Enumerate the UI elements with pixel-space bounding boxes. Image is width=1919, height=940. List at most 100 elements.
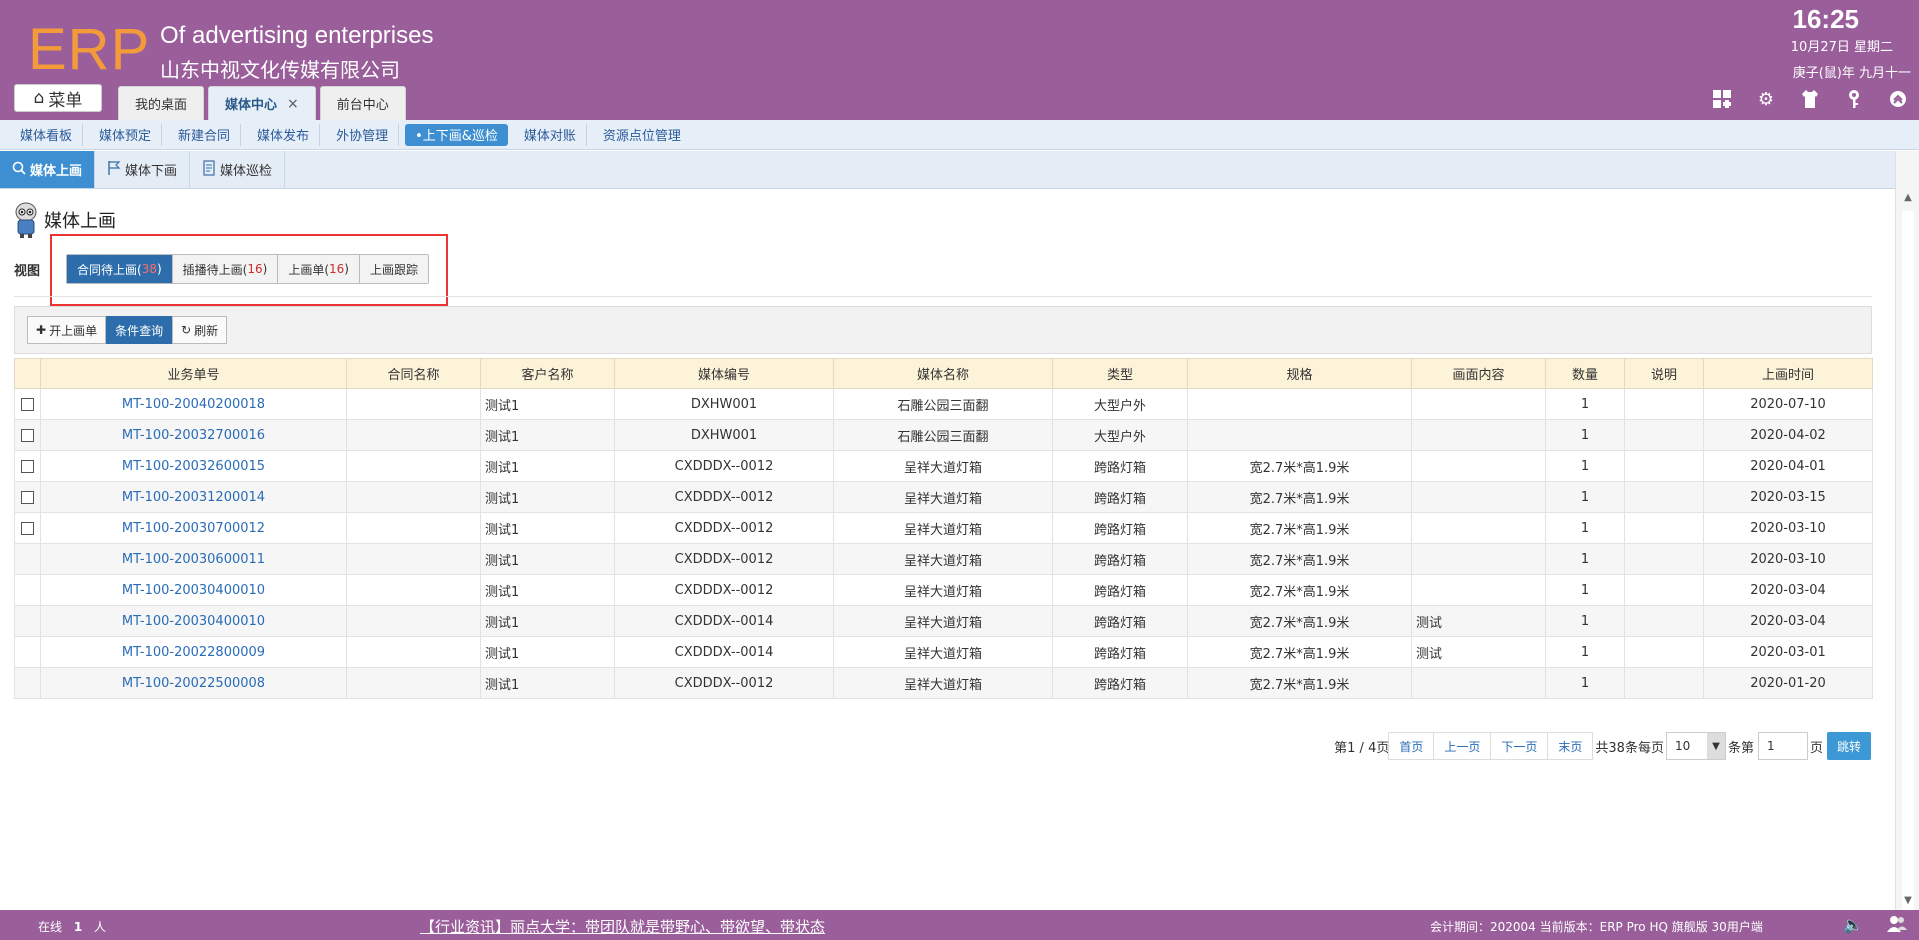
- menu-button[interactable]: ⌂ 菜单: [14, 84, 102, 112]
- qty-cell: 1: [1545, 450, 1625, 482]
- subtab-media-inspect[interactable]: 媒体巡检: [190, 151, 286, 188]
- refresh-button[interactable]: ↻ 刷新: [172, 316, 228, 344]
- install-time-cell: 2020-03-15: [1703, 481, 1873, 513]
- table-row[interactable]: MT-100-20032600015 测试1 CXDDDX--0012 呈祥大道灯箱跨…: [14, 450, 1873, 482]
- flag-icon: [107, 160, 121, 180]
- column-header-note[interactable]: 说明: [1624, 358, 1704, 389]
- table-row[interactable]: MT-100-20031200014 测试1 CXDDDX--0012 呈祥大道灯箱跨…: [14, 481, 1873, 513]
- order-no-cell[interactable]: MT-100-20032700016: [40, 419, 347, 451]
- next-page-button[interactable]: 下一页: [1490, 732, 1549, 760]
- qty-cell: 1: [1545, 512, 1625, 544]
- button-label: 条件查询: [115, 323, 164, 338]
- column-header-order-no[interactable]: 业务单号: [40, 358, 347, 389]
- nav-install-inspect[interactable]: •上下画&巡检: [405, 123, 508, 146]
- scroll-down-icon[interactable]: ▼: [1896, 890, 1919, 910]
- scroll-thumb[interactable]: [1902, 211, 1914, 940]
- row-checkbox[interactable]: [21, 490, 34, 504]
- column-header-qty[interactable]: 数量: [1545, 358, 1625, 389]
- contract-cell: [346, 667, 481, 699]
- install-time-cell: 2020-03-10: [1703, 512, 1873, 544]
- last-page-button[interactable]: 末页: [1547, 732, 1594, 760]
- table-body: MT-100-20040200018 测试1 DXHW001 石雕公园三面翻 大型户外 1…: [14, 388, 1873, 699]
- tab-front-center[interactable]: 前台中心: [319, 86, 406, 120]
- order-no-cell[interactable]: MT-100-20022800009: [40, 636, 347, 668]
- nav-media-reconcile[interactable]: 媒体对账: [514, 123, 587, 146]
- order-no-cell[interactable]: MT-100-20031200014: [40, 481, 347, 513]
- spec-cell: 宽2.7米*高1.9米: [1187, 667, 1412, 699]
- add-widget-icon[interactable]: [1711, 88, 1733, 110]
- qty-cell: 1: [1545, 481, 1625, 513]
- column-header-spec[interactable]: 规格: [1187, 358, 1412, 389]
- vertical-scrollbar[interactable]: ▲ ▼: [1895, 151, 1919, 940]
- client-cell: 测试1: [480, 574, 615, 606]
- row-checkbox[interactable]: [21, 521, 34, 535]
- column-header-client[interactable]: 客户名称: [480, 358, 615, 389]
- tab-media-center[interactable]: 媒体中心 ×: [208, 86, 316, 120]
- spec-cell: 宽2.7米*高1.9米: [1187, 605, 1412, 637]
- subtab-media-install[interactable]: 媒体上画: [0, 151, 96, 188]
- row-checkbox[interactable]: [21, 428, 34, 442]
- key-icon[interactable]: [1843, 88, 1865, 110]
- nav-media-publish[interactable]: 媒体发布: [247, 123, 321, 146]
- nav-resource-management[interactable]: 资源点位管理: [593, 124, 691, 146]
- nav-media-booking[interactable]: 媒体预定: [89, 123, 163, 146]
- prev-page-button[interactable]: 上一页: [1433, 732, 1492, 760]
- nav-new-contract[interactable]: 新建合同: [168, 123, 242, 146]
- spec-cell: 宽2.7米*高1.9米: [1187, 450, 1412, 482]
- close-icon[interactable]: ×: [287, 96, 299, 112]
- column-header-contract[interactable]: 合同名称: [346, 358, 481, 389]
- column-header-content[interactable]: 画面内容: [1411, 358, 1546, 389]
- table-row[interactable]: MT-100-20030700012 测试1 CXDDDX--0012 呈祥大道灯箱跨…: [14, 512, 1873, 544]
- tab-my-desktop[interactable]: 我的桌面: [118, 86, 205, 120]
- order-no-cell[interactable]: MT-100-20032600015: [40, 450, 347, 482]
- table-row[interactable]: MT-100-20030400010 测试1 CXDDDX--0012 呈祥大道灯箱跨…: [14, 574, 1873, 606]
- column-header-type[interactable]: 类型: [1052, 358, 1188, 389]
- table-row[interactable]: MT-100-20040200018 测试1 DXHW001 石雕公园三面翻 大型户外 1…: [14, 388, 1873, 420]
- order-no-cell[interactable]: MT-100-20040200018: [40, 388, 347, 420]
- table-row[interactable]: MT-100-20032700016 测试1 DXHW001 石雕公园三面翻 大型户外 1…: [14, 419, 1873, 451]
- news-ticker[interactable]: 【行业资讯】丽点大学：带团队就是带野心、带欲望、带状态: [420, 916, 825, 937]
- install-time-cell: 2020-04-02: [1703, 419, 1873, 451]
- subtab-media-remove[interactable]: 媒体下画: [95, 151, 191, 188]
- gear-icon[interactable]: ⚙: [1755, 88, 1777, 110]
- collapse-icon[interactable]: [1887, 88, 1909, 110]
- client-cell: 测试1: [480, 419, 615, 451]
- table-row[interactable]: MT-100-20030600011 测试1 CXDDDX--0012 呈祥大道灯箱跨…: [14, 543, 1873, 575]
- users-icon[interactable]: [1887, 915, 1907, 937]
- media-name-cell: 呈祥大道灯箱: [833, 636, 1053, 668]
- top-tab-bar: 我的桌面 媒体中心 × 前台中心: [118, 86, 406, 120]
- clothes-icon[interactable]: [1799, 88, 1821, 110]
- scroll-up-icon[interactable]: ▲: [1896, 187, 1919, 207]
- speaker-icon[interactable]: 🔈: [1843, 915, 1863, 937]
- nav-media-board[interactable]: 媒体看板: [10, 123, 84, 146]
- order-no-cell[interactable]: MT-100-20030600011: [40, 543, 347, 575]
- media-code-cell: CXDDDX--0012: [614, 450, 834, 482]
- order-no-cell[interactable]: MT-100-20030400010: [40, 574, 347, 606]
- column-header-media-code[interactable]: 媒体编号: [614, 358, 834, 389]
- row-checkbox[interactable]: [21, 397, 34, 411]
- install-time-cell: 2020-04-01: [1703, 450, 1873, 482]
- open-install-order-button[interactable]: ✚ 开上画单: [27, 316, 107, 344]
- nav-outsource[interactable]: 外协管理: [326, 123, 400, 146]
- page-size-select[interactable]: 10 ▼: [1665, 732, 1726, 760]
- table-row[interactable]: MT-100-20022800009 测试1 CXDDDX--0014 呈祥大道灯箱跨…: [14, 636, 1873, 668]
- company-name-cn: 山东中视文化传媒有限公司: [160, 58, 400, 82]
- type-cell: 跨路灯箱: [1052, 543, 1188, 575]
- condition-query-button[interactable]: 条件查询: [106, 316, 173, 344]
- table-toolbar: ✚ 开上画单 条件查询 ↻ 刷新: [14, 306, 1872, 354]
- spec-cell: 宽2.7米*高1.9米: [1187, 512, 1412, 544]
- client-cell: 测试1: [480, 543, 615, 575]
- page-number-input[interactable]: 1: [1757, 732, 1808, 760]
- order-no-cell[interactable]: MT-100-20030400010: [40, 605, 347, 637]
- table-row[interactable]: MT-100-20030400010 测试1 CXDDDX--0014 呈祥大道灯箱跨…: [14, 605, 1873, 637]
- table-row[interactable]: MT-100-20022500008 测试1 CXDDDX--0012 呈祥大道灯箱跨…: [14, 667, 1873, 699]
- jump-button[interactable]: 跳转: [1826, 732, 1871, 760]
- order-no-cell[interactable]: MT-100-20022500008: [40, 667, 347, 699]
- row-checkbox[interactable]: [21, 459, 34, 473]
- first-page-button[interactable]: 首页: [1388, 732, 1435, 760]
- menu-button-label: 菜单: [48, 90, 83, 111]
- column-header-media-name[interactable]: 媒体名称: [833, 358, 1053, 389]
- select-cell: [14, 667, 41, 699]
- order-no-cell[interactable]: MT-100-20030700012: [40, 512, 347, 544]
- column-header-install-time[interactable]: 上画时间: [1703, 358, 1873, 389]
